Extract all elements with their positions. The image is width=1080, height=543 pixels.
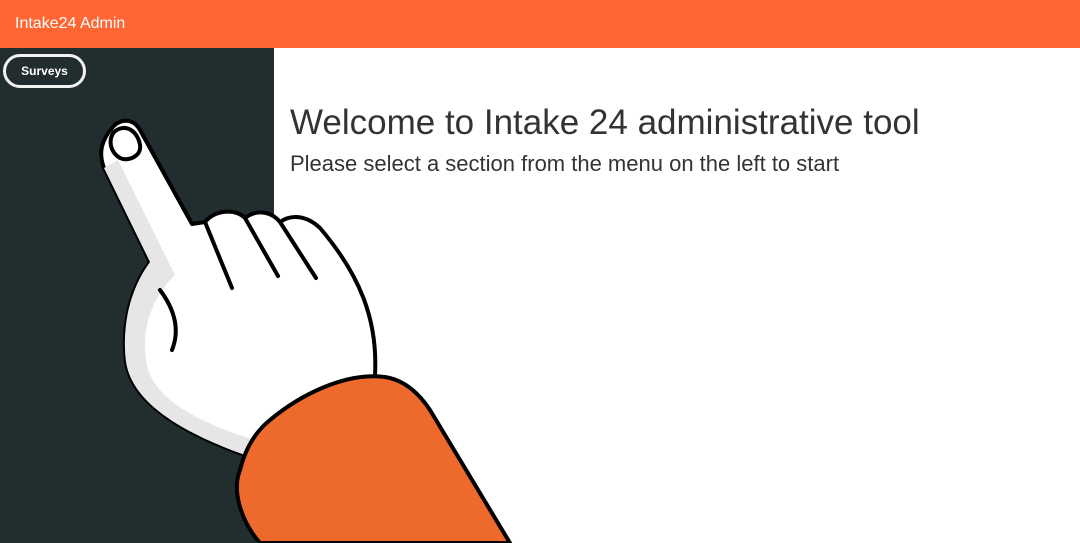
sidebar-item-label: Surveys bbox=[21, 64, 68, 78]
main-content: Welcome to Intake 24 administrative tool… bbox=[274, 48, 1080, 543]
sidebar-item-surveys[interactable]: Surveys bbox=[3, 54, 86, 88]
page-title: Welcome to Intake 24 administrative tool bbox=[290, 103, 920, 142]
app-title[interactable]: Intake24 Admin bbox=[15, 14, 125, 34]
page-subtitle: Please select a section from the menu on… bbox=[290, 151, 840, 176]
sidebar: Surveys bbox=[0, 48, 274, 543]
top-navbar: Intake24 Admin bbox=[0, 0, 1080, 48]
